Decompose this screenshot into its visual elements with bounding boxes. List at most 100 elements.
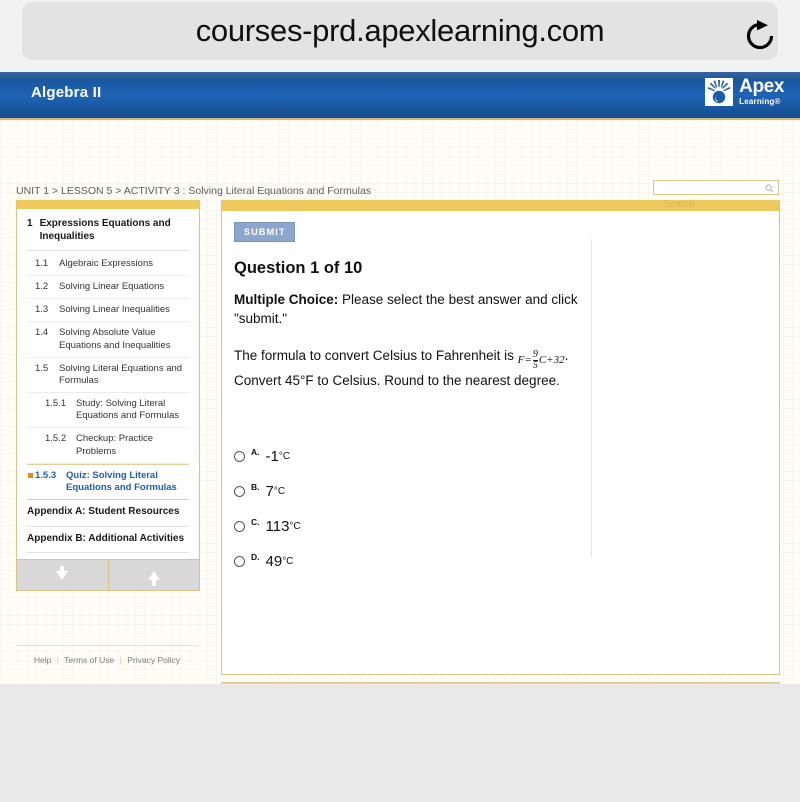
sidebar-item-1-3[interactable]: 1.3 Solving Linear Inequalities [27, 299, 189, 323]
sidebar-item-1-5-1[interactable]: 1.5.1 Study: Solving Literal Equations a… [27, 393, 189, 429]
sidebar-item-1-5[interactable]: 1.5 Solving Literal Equations and Formul… [27, 358, 189, 394]
radio-button-c[interactable] [234, 521, 245, 532]
question-title: Question 1 of 10 [234, 259, 363, 277]
footer-separator: | [119, 655, 122, 665]
apex-logo: Apex Learning® [705, 77, 784, 106]
formula-plus: + [546, 354, 554, 367]
brand-name: Apex [739, 76, 784, 97]
sidebar-item-number: 1.3 [35, 304, 49, 316]
active-item-bullet-icon [28, 472, 33, 478]
formula-fraction: 95 [532, 349, 538, 372]
radio-button-d[interactable] [234, 556, 245, 567]
sidebar-item-number: 1.5 [35, 362, 49, 374]
apex-sunburst-icon [705, 77, 734, 106]
option-unit-b: °C [273, 486, 286, 497]
question-area: Question 1 of 10 Multiple Choice: Please… [234, 259, 579, 392]
sidebar-item-label: Algebraic Expressions [59, 258, 153, 269]
reload-button[interactable] [740, 16, 780, 56]
sidebar-item-1-1[interactable]: 1.1 Algebraic Expressions [27, 253, 189, 277]
web-page: Algebra II Apex Learning® UNIT 1 > LESSO… [0, 72, 800, 684]
browser-chrome: courses-prd.apexlearning.com [0, 0, 800, 72]
bottom-toolbar: Page 2 of 2 GO [221, 682, 780, 684]
question-body-part1: The formula to convert Celsius to Fahren… [234, 348, 514, 364]
app-body: UNIT 1 > LESSON 5 > ACTIVITY 3 : Solving… [0, 120, 800, 684]
content-divider [591, 239, 592, 557]
sidebar-item-label: Quiz: Solving Literal Equations and Form… [66, 469, 177, 493]
brand-sub: Learning® [739, 97, 781, 106]
sidebar-scroll-controls [17, 559, 200, 591]
question-panel: SUBMIT Question 1 of 10 Multiple Choice:… [221, 200, 780, 675]
sidebar-item-label: Solving Absolute Value Equations and Ine… [59, 327, 171, 351]
sidebar-unit-header[interactable]: 1 Expressions Equations and Inequalities [27, 218, 189, 251]
app-header: Algebra II Apex Learning® [0, 72, 800, 120]
option-text-c: 113°C [266, 518, 301, 535]
course-outline-sidebar: 1 Expressions Equations and Inequalities… [16, 200, 200, 592]
sidebar-item-number: 1.5.3 [35, 469, 57, 481]
sidebar-item-appendix-b[interactable]: Appendix B: Additional Activities [27, 527, 189, 554]
sidebar-scroll-down-button[interactable] [17, 560, 108, 590]
option-letter-a: A. [251, 447, 260, 457]
formula-denominator: 5 [532, 360, 538, 372]
answer-option-a[interactable]: A. -1°C [234, 439, 574, 474]
option-letter-d: D. [251, 552, 260, 562]
url-bar[interactable]: courses-prd.apexlearning.com [22, 2, 778, 60]
option-letter-b: B. [251, 482, 260, 492]
radio-button-a[interactable] [234, 451, 245, 462]
sidebar-item-label: Checkup: Practice Problems [76, 433, 154, 457]
option-value-c: 113 [265, 518, 290, 535]
option-unit-c: °C [289, 521, 301, 532]
option-letter-c: C. [251, 517, 260, 527]
sidebar-item-number: 1.1 [35, 258, 49, 269]
search-input[interactable] [653, 180, 779, 195]
footer-link-help[interactable]: Help [34, 655, 51, 665]
search-area: Search [653, 180, 779, 210]
formula-constant: 32 [553, 354, 565, 367]
sidebar-scroll-up-button[interactable] [107, 560, 200, 591]
sidebar-unit-number: 1 [27, 218, 33, 229]
answer-option-b[interactable]: B. 7°C [234, 474, 574, 509]
question-instruction: Multiple Choice: Please select the best … [234, 290, 579, 328]
sidebar-item-label: Solving Linear Equations [59, 281, 165, 293]
sidebar-item-number: 1.4 [35, 327, 49, 339]
footer-links: Help | Terms of Use | Privacy Policy [16, 645, 198, 665]
scroll-down-icon [56, 565, 69, 580]
scroll-up-icon [147, 570, 160, 586]
formula-image: F= 9 5 C+32 [518, 349, 565, 372]
magnifier-icon [765, 184, 774, 193]
footer-link-privacy[interactable]: Privacy Policy [127, 655, 180, 665]
answer-options: A. -1°C B. 7°C C. 113°C D. 49°C [234, 439, 574, 579]
option-unit-d: °C [282, 556, 294, 567]
footer-separator: | [56, 655, 59, 665]
sidebar-item-number: 1.5.2 [45, 433, 67, 445]
formula-equals: = [524, 354, 532, 367]
question-body: The formula to convert Celsius to Fahren… [234, 346, 579, 392]
sidebar-item-label: Solving Literal Equations and Formulas [59, 362, 183, 386]
url-text: courses-prd.apexlearning.com [195, 13, 605, 48]
reload-icon [746, 20, 774, 50]
sidebar-item-label: Study: Solving Literal Equations and For… [76, 398, 179, 422]
radio-button-b[interactable] [234, 486, 245, 497]
sidebar-item-1-2[interactable]: 1.2 Solving Linear Equations [27, 276, 189, 300]
option-value-a: -1 [265, 448, 279, 465]
answer-option-d[interactable]: D. 49°C [234, 544, 574, 579]
option-text-a: -1°C [266, 448, 291, 465]
sidebar-item-1-4[interactable]: 1.4 Solving Absolute Value Equations and… [27, 322, 189, 358]
footer-link-terms[interactable]: Terms of Use [64, 655, 114, 665]
option-text-b: 7°C [266, 483, 286, 500]
option-value-d: 49 [265, 553, 283, 570]
answer-option-c[interactable]: C. 113°C [234, 509, 574, 544]
course-title: Algebra II [31, 84, 102, 101]
search-label: Search [663, 199, 695, 210]
sidebar-item-1-5-3-active[interactable]: 1.5.3 Quiz: Solving Literal Equations an… [27, 463, 189, 501]
option-unit-a: °C [278, 451, 291, 462]
formula-numerator: 9 [532, 349, 538, 361]
sidebar-item-number: 1.5.1 [45, 398, 67, 410]
sidebar-item-label: Solving Linear Inequalities [59, 304, 170, 316]
instruction-label: Multiple Choice: [234, 292, 339, 307]
submit-button[interactable]: SUBMIT [234, 222, 295, 242]
sidebar-unit-label: Expressions Equations and Inequalities [39, 218, 171, 242]
option-text-d: 49°C [266, 553, 294, 570]
sidebar-item-1-5-2[interactable]: 1.5.2 Checkup: Practice Problems [27, 428, 189, 464]
sidebar-item-appendix-a[interactable]: Appendix A: Student Resources [27, 500, 189, 527]
option-value-b: 7 [265, 483, 274, 500]
